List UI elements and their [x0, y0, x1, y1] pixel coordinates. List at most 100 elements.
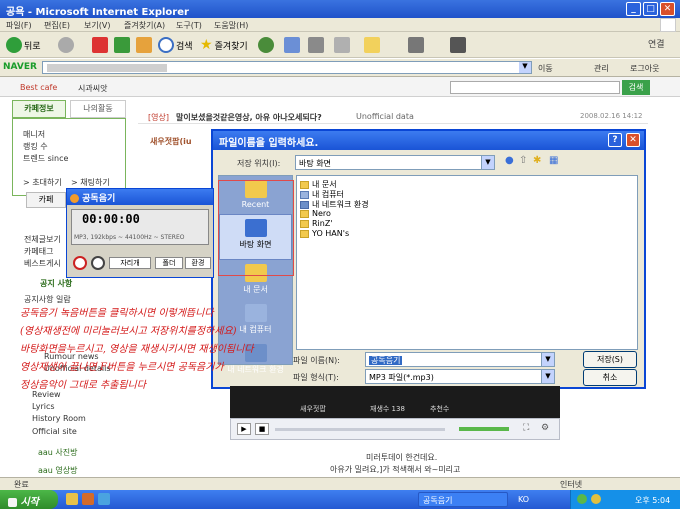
menu-file[interactable]: 파일(F): [6, 20, 32, 31]
maximize-button[interactable]: □: [643, 2, 658, 16]
menu-help[interactable]: 도움말(H): [214, 20, 248, 31]
invite-link[interactable]: > 초대하기: [23, 177, 62, 188]
window-titlebar[interactable]: 공욕 - Microsoft Internet Explorer _ □ ✕: [0, 0, 680, 18]
board-official[interactable]: Official site: [32, 427, 77, 436]
settings-button[interactable]: 환경: [185, 257, 211, 269]
menu-favorites[interactable]: 즐겨찾기(A): [124, 20, 165, 31]
logout-button[interactable]: 로그아웃: [630, 63, 659, 74]
folder-icon: [300, 180, 309, 189]
menu-item-tags[interactable]: 카페태그: [24, 246, 53, 257]
post-category: [영상]: [148, 113, 169, 122]
messenger-icon: [408, 37, 424, 53]
quicklaunch-icon[interactable]: [82, 493, 94, 505]
manage-button[interactable]: 관리: [594, 63, 609, 74]
favorites-button[interactable]: ★ 즐겨찾기: [200, 37, 248, 53]
address-bar: NAVER ▼ 이동 관리 로그아웃: [0, 59, 680, 77]
cafe-search-input[interactable]: [450, 81, 620, 94]
recorder-titlebar[interactable]: 공독음기: [67, 189, 213, 205]
record-button[interactable]: [73, 256, 87, 270]
network-icon[interactable]: [577, 494, 587, 504]
tab-cafe-info[interactable]: 카페정보: [12, 100, 66, 118]
tab-my-activity[interactable]: 나의활동: [70, 100, 126, 118]
handwritten-note: 바탕화면을누르시고, 영상을 재생시키시면 재생이됩니다: [20, 344, 254, 355]
menu-tools[interactable]: 도구(T): [176, 20, 202, 31]
help-icon[interactable]: ?: [608, 133, 622, 147]
blurred-url: [47, 64, 167, 72]
list-item[interactable]: RinZ': [300, 219, 333, 228]
best-cafe-link[interactable]: Best cafe: [20, 83, 57, 92]
save-button[interactable]: 저장(S): [583, 351, 637, 368]
stop-button[interactable]: [92, 37, 108, 53]
board-lyrics[interactable]: Lyrics: [32, 402, 55, 411]
forward-button[interactable]: [58, 37, 74, 53]
rank-label: 랭킹 수: [23, 142, 48, 151]
board-history[interactable]: History Room: [32, 414, 86, 423]
minimize-button[interactable]: _: [626, 2, 641, 16]
quicklaunch-icon[interactable]: [98, 493, 110, 505]
go-button[interactable]: 이동: [538, 63, 553, 74]
menu-item-best[interactable]: 베스트게시: [24, 258, 61, 269]
edit-button[interactable]: [334, 37, 350, 53]
record-mode-button[interactable]: 자리개: [109, 257, 151, 269]
menu-item-all[interactable]: 전체글보기: [24, 234, 61, 245]
progress-track[interactable]: [275, 428, 445, 431]
refresh-button[interactable]: [114, 37, 130, 53]
close-button[interactable]: ✕: [660, 2, 675, 16]
list-item[interactable]: Nero: [300, 209, 331, 218]
section-photo[interactable]: aau 사진방: [38, 447, 78, 458]
filename-input[interactable]: 공독음기 ▼: [365, 352, 555, 367]
volume-icon[interactable]: [591, 494, 601, 504]
menu-view[interactable]: 보기(V): [84, 20, 110, 31]
post-author[interactable]: 새우젓팝(iu: [150, 136, 192, 147]
back-folder-icon[interactable]: ●: [505, 155, 514, 166]
volume-slider[interactable]: [459, 427, 509, 431]
new-folder-icon[interactable]: ✱: [533, 155, 541, 166]
folder-button[interactable]: 폴더: [155, 257, 183, 269]
chat-link[interactable]: > 채팅하기: [71, 177, 110, 188]
stop-record-button[interactable]: [91, 256, 105, 270]
folder-icon: [364, 37, 380, 53]
chevron-down-icon[interactable]: ▼: [519, 62, 531, 73]
start-button[interactable]: 시작: [0, 490, 58, 509]
folder-button[interactable]: [364, 37, 380, 53]
taskbar-item[interactable]: 공독음기: [418, 492, 508, 507]
up-folder-icon[interactable]: ⇧: [519, 155, 527, 166]
save-in-select[interactable]: 바탕 화면 ▼: [295, 155, 495, 170]
video-frame[interactable]: 새우젓팝 재생수 138 추천수: [230, 386, 560, 418]
cancel-button[interactable]: 취소: [583, 369, 637, 386]
stop-icon[interactable]: ■: [255, 423, 269, 435]
cafe-search-button[interactable]: 검색: [622, 80, 650, 95]
dialog-close-icon[interactable]: ✕: [626, 133, 640, 147]
board-review[interactable]: Review: [32, 390, 61, 399]
messenger-button[interactable]: [408, 37, 424, 53]
play-icon[interactable]: ▶: [237, 423, 251, 435]
home-button[interactable]: [136, 37, 152, 53]
dialog-titlebar[interactable]: 파일이름을 입력하세요. ? ✕: [213, 131, 644, 150]
back-button[interactable]: 뒤로: [6, 37, 41, 53]
media-icon: [450, 37, 466, 53]
file-list: 내 문서 내 컴퓨터 내 네트워크 환경 Nero RinZ' YO HAN's: [296, 175, 638, 350]
history-button[interactable]: [258, 37, 274, 53]
filetype-select[interactable]: MP3 파일(*.mp3) ▼: [365, 369, 555, 384]
settings-icon[interactable]: ⚙: [541, 423, 549, 433]
handwritten-note: (영상재생전에 미리눌러보시고 저장위치를정하세요): [20, 326, 237, 337]
print-button[interactable]: [308, 37, 324, 53]
media-button[interactable]: [450, 37, 466, 53]
quicklaunch-icon[interactable]: [66, 493, 78, 505]
fullscreen-icon[interactable]: ⛶: [523, 423, 529, 433]
menu-edit[interactable]: 편집(E): [44, 20, 70, 31]
mail-button[interactable]: [284, 37, 300, 53]
search-button[interactable]: 검색: [158, 37, 193, 53]
view-menu-icon[interactable]: ▦: [549, 155, 558, 166]
address-input[interactable]: ▼: [42, 61, 532, 74]
shortcut-link[interactable]: 시과씨앗: [78, 83, 107, 94]
star-icon: ★: [200, 37, 213, 53]
section-video[interactable]: aau 영상방: [38, 465, 78, 476]
cafe-button[interactable]: 카페: [26, 192, 66, 208]
list-item[interactable]: YO HAN's: [300, 229, 349, 238]
clock[interactable]: 오후 5:04: [635, 495, 670, 506]
ime-indicator[interactable]: KO: [518, 495, 529, 504]
video-caption-left: 새우젓팝: [300, 405, 326, 413]
windows-logo-icon: [660, 18, 676, 32]
video-caption-mid: 재생수 138: [370, 405, 405, 413]
